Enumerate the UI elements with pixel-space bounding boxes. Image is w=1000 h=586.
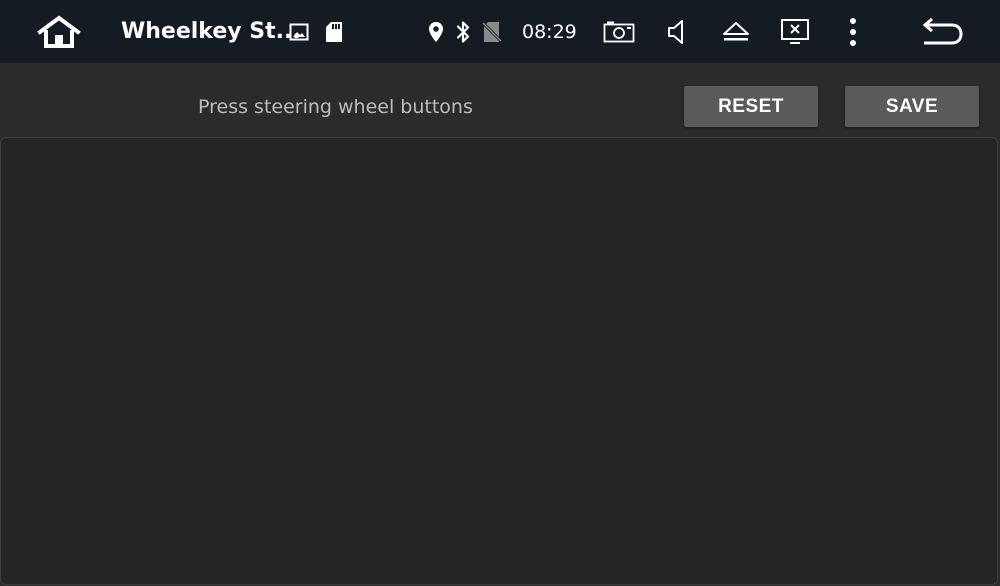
back-icon[interactable] xyxy=(914,14,968,50)
instruction-text: Press steering wheel buttons xyxy=(198,96,473,118)
key-list-panel[interactable] xyxy=(0,137,998,585)
reset-button[interactable]: RESET xyxy=(684,86,818,127)
app-title: Wheelkey St... xyxy=(121,19,301,44)
eject-icon[interactable] xyxy=(720,16,752,48)
save-button[interactable]: SAVE xyxy=(845,86,979,127)
sd-card-icon xyxy=(323,20,345,44)
image-notification-icon xyxy=(288,22,310,42)
bluetooth-icon xyxy=(453,19,473,45)
volume-icon[interactable] xyxy=(662,16,692,48)
no-sim-icon xyxy=(481,20,503,44)
status-bar: Wheelkey St... 08:29 xyxy=(0,0,1000,63)
wheel-key-study-screen: Press steering wheel buttons RESET SAVE xyxy=(0,63,1000,586)
screenshot-icon[interactable] xyxy=(601,16,637,48)
location-icon xyxy=(426,20,446,44)
home-icon[interactable] xyxy=(34,12,84,52)
clock: 08:29 xyxy=(522,21,577,43)
close-app-icon[interactable] xyxy=(778,15,812,49)
more-menu-icon[interactable] xyxy=(840,14,866,50)
